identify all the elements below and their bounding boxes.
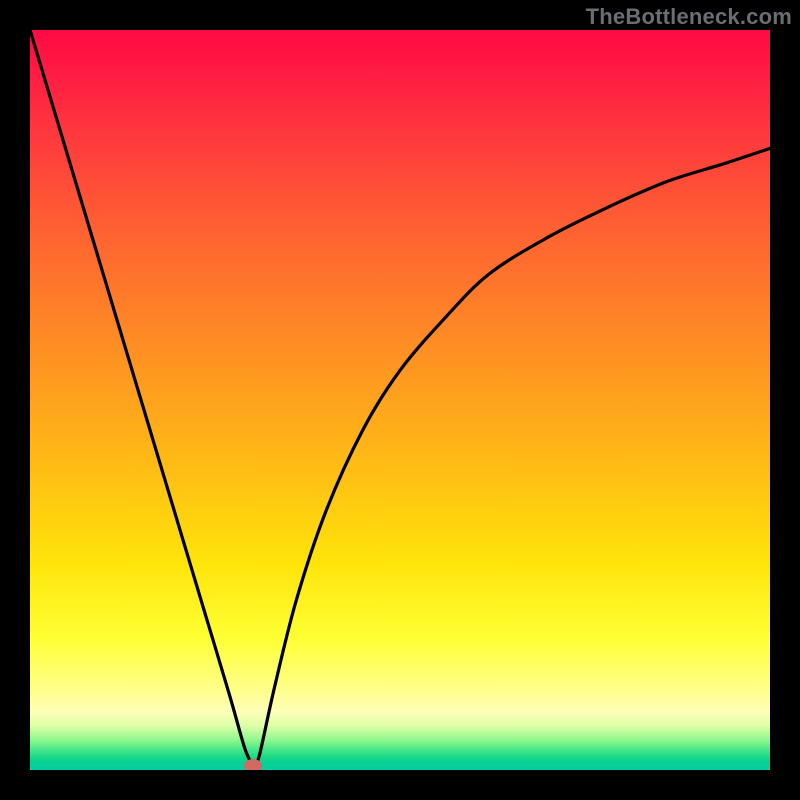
chart-frame: TheBottleneck.com	[0, 0, 800, 800]
attribution-text: TheBottleneck.com	[586, 4, 792, 30]
bottleneck-curve	[30, 30, 770, 767]
curve-layer	[30, 30, 770, 770]
optimum-marker	[244, 759, 262, 770]
plot-area	[30, 30, 770, 770]
